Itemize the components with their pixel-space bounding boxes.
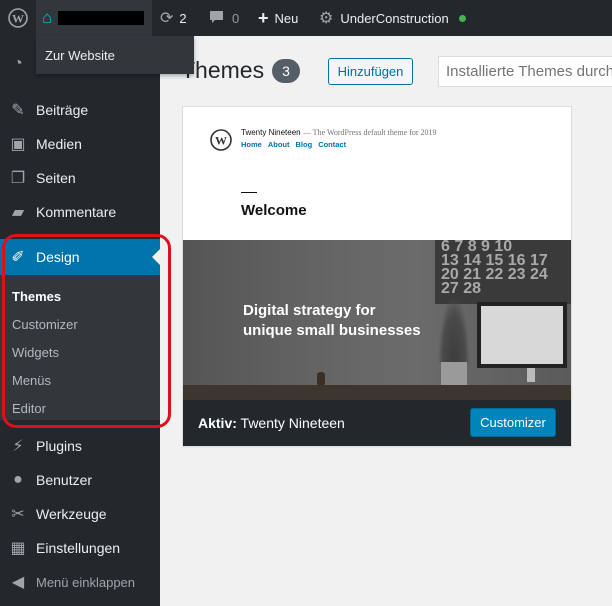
comment-icon: ▰ bbox=[11, 204, 25, 221]
plant-image bbox=[438, 295, 470, 363]
visit-site-link[interactable]: Zur Website bbox=[36, 36, 194, 74]
search-themes-input[interactable] bbox=[438, 56, 612, 87]
updates-icon: ⟳ bbox=[160, 10, 174, 27]
preview-nav-item: Home bbox=[241, 140, 262, 149]
new-label: Neu bbox=[274, 10, 299, 26]
sidebar-item-label: Kommentare bbox=[36, 204, 117, 220]
submenu-item-themes[interactable]: Themes bbox=[12, 289, 61, 304]
status-dot bbox=[458, 14, 466, 22]
preview-nav: Home About Blog Contact bbox=[241, 140, 346, 149]
calendar-row: 27 28 bbox=[441, 280, 482, 297]
preview-header: W Twenty Nineteen — The WordPress defaul… bbox=[183, 107, 571, 240]
site-name-menu[interactable]: ⌂ bbox=[36, 0, 152, 36]
sidebar-item-plugins[interactable]: ⚡ Plugins bbox=[0, 429, 160, 463]
submenu-item-widgets[interactable]: Widgets bbox=[12, 345, 59, 360]
updates-menu[interactable]: ⟳ 2 bbox=[160, 0, 187, 36]
vase-image bbox=[317, 372, 325, 386]
new-content-menu[interactable]: + Neu bbox=[258, 0, 298, 36]
theme-count-badge: 3 bbox=[272, 59, 300, 83]
collapse-menu-button[interactable]: ◀ Menü einklappen bbox=[0, 565, 160, 599]
sidebar-item-settings[interactable]: ▦ Einstellungen bbox=[0, 531, 160, 565]
under-construction-menu[interactable]: ⚙ UnderConstruction bbox=[319, 0, 466, 36]
svg-text:W: W bbox=[215, 134, 227, 148]
comment-icon bbox=[209, 10, 224, 27]
preview-welcome-heading: Welcome bbox=[241, 202, 307, 219]
design-submenu: Themes Customizer Widgets Menüs Editor bbox=[0, 275, 160, 420]
preview-site-description: — The WordPress default theme for 2019 bbox=[302, 128, 437, 137]
preview-nav-item: About bbox=[267, 140, 290, 149]
sidebar-item-label: Menü einklappen bbox=[36, 574, 136, 590]
table-image bbox=[183, 385, 571, 400]
monitor-stand-image bbox=[527, 368, 535, 382]
active-prefix: Aktiv: bbox=[198, 415, 237, 431]
theme-screenshot[interactable]: W Twenty Nineteen — The WordPress defaul… bbox=[183, 107, 571, 400]
redacted-site-name bbox=[58, 11, 145, 25]
sidebar-item-label: Werkzeuge bbox=[36, 506, 107, 522]
admin-sidebar: ◔ ✎ Beiträge ▣ Medien ❐ Seiten ▰ Komment… bbox=[0, 36, 160, 606]
submenu-item-editor[interactable]: Editor bbox=[12, 401, 46, 416]
preview-site-title: Twenty Nineteen — The WordPress default … bbox=[241, 128, 437, 137]
preview-site-name: Twenty Nineteen bbox=[241, 128, 301, 137]
active-theme-name: Twenty Nineteen bbox=[240, 415, 345, 431]
site-name-label: UnderConstruction bbox=[340, 10, 449, 26]
preview-nav-item: Contact bbox=[318, 140, 347, 149]
sidebar-item-label: Plugins bbox=[36, 438, 82, 454]
pages-icon: ❐ bbox=[10, 170, 26, 187]
updates-count: 2 bbox=[179, 10, 187, 26]
admin-bar: W ⌂ ⟳ 2 0 + Neu ⚙ UnderConstruction bbox=[0, 0, 612, 36]
submenu-item-customizer[interactable]: Customizer bbox=[12, 317, 78, 332]
sidebar-item-label: Design bbox=[36, 249, 80, 265]
sidebar-item-comments[interactable]: ▰ Kommentare bbox=[0, 195, 160, 229]
brush-icon: ✐ bbox=[11, 249, 25, 266]
sidebar-item-tools[interactable]: ✂ Werkzeuge bbox=[0, 497, 160, 531]
submenu-item-menus[interactable]: Menüs bbox=[12, 373, 51, 388]
gear-icon: ⚙ bbox=[319, 10, 334, 27]
comments-count: 0 bbox=[232, 10, 240, 26]
plus-icon: + bbox=[258, 8, 269, 28]
comments-menu[interactable]: 0 bbox=[209, 0, 239, 36]
media-icon: ▣ bbox=[10, 136, 26, 153]
current-arrow bbox=[152, 249, 160, 265]
theme-card[interactable]: W Twenty Nineteen — The WordPress defaul… bbox=[182, 106, 572, 447]
sidebar-item-label: Einstellungen bbox=[36, 540, 121, 556]
wordpress-logo-icon[interactable]: W bbox=[0, 0, 36, 36]
sidebar-item-users[interactable]: ● Benutzer bbox=[0, 463, 160, 497]
wordpress-logo-icon: W bbox=[210, 129, 232, 151]
svg-text:W: W bbox=[12, 12, 24, 26]
preview-hero-text: Digital strategy for unique small busine… bbox=[243, 301, 421, 341]
user-icon: ● bbox=[13, 471, 23, 488]
monitor-image bbox=[477, 302, 567, 368]
preview-divider bbox=[241, 192, 257, 193]
sidebar-item-media[interactable]: ▣ Medien bbox=[0, 127, 160, 161]
hero-line: unique small businesses bbox=[243, 322, 421, 339]
theme-card-footer: Aktiv: Twenty Nineteen Customizer bbox=[183, 400, 571, 446]
sidebar-item-label: Seiten bbox=[36, 170, 76, 186]
visit-site-label: Zur Website bbox=[45, 48, 115, 63]
sidebar-item-pages[interactable]: ❐ Seiten bbox=[0, 161, 160, 195]
add-theme-button[interactable]: Hinzufügen bbox=[328, 58, 413, 85]
sidebar-item-label: Beiträge bbox=[36, 102, 89, 118]
preview-nav-item: Blog bbox=[295, 140, 313, 149]
pin-icon: ✎ bbox=[11, 102, 25, 119]
collapse-icon: ◀ bbox=[11, 574, 25, 591]
customizer-button[interactable]: Customizer bbox=[470, 408, 556, 437]
dashboard-icon: ◔ bbox=[13, 55, 23, 72]
sidebar-item-posts[interactable]: ✎ Beiträge bbox=[0, 93, 160, 127]
sidebar-item-label: Medien bbox=[36, 136, 82, 152]
sidebar-item-design[interactable]: ✐ Design bbox=[0, 239, 160, 275]
home-icon: ⌂ bbox=[42, 8, 53, 27]
preview-hero-image: 6 7 8 9 10 13 14 15 16 17 20 21 22 23 24… bbox=[183, 240, 571, 400]
settings-icon: ▦ bbox=[10, 540, 26, 557]
sidebar-item-label: Benutzer bbox=[36, 472, 93, 488]
hero-line: Digital strategy for bbox=[243, 302, 376, 319]
active-theme-label: Aktiv: Twenty Nineteen bbox=[198, 415, 345, 431]
wrench-icon: ✂ bbox=[11, 506, 25, 523]
plugin-icon: ⚡ bbox=[12, 438, 24, 455]
